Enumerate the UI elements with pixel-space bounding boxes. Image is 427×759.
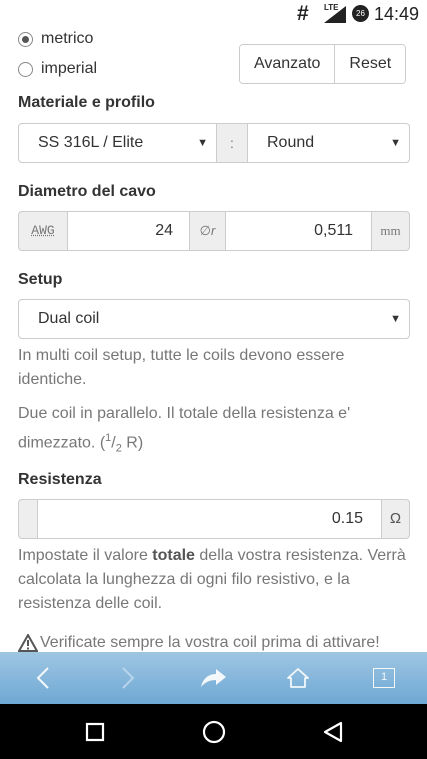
profile-select[interactable]: Round ▼	[247, 123, 410, 163]
radio-unchecked-icon[interactable]	[18, 61, 33, 77]
resistance-label: Resistenza	[18, 471, 102, 488]
back-nav-button[interactable]	[298, 704, 368, 759]
radio-metric-label: metrico	[41, 30, 94, 47]
radio-imperial[interactable]: imperial	[18, 60, 97, 78]
awg-input[interactable]: 24	[67, 211, 190, 251]
square-recents-icon	[85, 722, 105, 741]
radio-checked-icon[interactable]	[18, 31, 33, 47]
chevron-left-icon	[36, 667, 49, 689]
reset-button[interactable]: Reset	[334, 45, 406, 83]
radio-imperial-label: imperial	[41, 60, 98, 77]
clock: 14:49	[374, 4, 420, 24]
circle-home-icon	[202, 720, 226, 743]
material-select-value: SS 316L / Elite	[38, 134, 144, 151]
advanced-button[interactable]: Avanzato	[240, 45, 335, 83]
home-nav-button[interactable]	[179, 704, 249, 759]
diameter-unit-addon: mm	[371, 211, 410, 251]
radio-metric[interactable]: metrico	[18, 30, 93, 48]
share-button[interactable]	[183, 652, 243, 704]
home-icon	[287, 668, 309, 688]
setup-select-value: Dual coil	[38, 310, 100, 327]
triangle-back-icon	[323, 721, 343, 742]
chevron-down-icon: ▼	[390, 137, 401, 149]
forward-button[interactable]	[98, 652, 158, 704]
page-content: metrico imperial Avanzato Reset Material…	[0, 28, 427, 652]
resistance-help: Impostate il valore totale della vostra …	[18, 544, 413, 616]
tab-count-badge: 1	[373, 668, 395, 688]
share-arrow-icon	[201, 669, 226, 687]
resistance-help-a: Impostate il valore	[18, 547, 153, 564]
diameter-input[interactable]: 0,511	[225, 211, 372, 251]
recents-button[interactable]	[60, 704, 130, 759]
awg-addon: AWG	[18, 211, 68, 251]
system-navigation-bar	[0, 704, 427, 759]
browser-toolbar: 1	[0, 652, 427, 704]
resistance-input[interactable]: 0.15	[37, 499, 382, 539]
ohm-unit-addon: Ω	[381, 499, 410, 539]
warning-triangle-icon	[18, 634, 38, 652]
setup-select[interactable]: Dual coil ▼	[18, 299, 410, 339]
setup-note-parallel-end: R)	[121, 434, 144, 452]
diameter-addon: ∅r	[189, 211, 226, 251]
material-separator: :	[216, 123, 248, 163]
home-button[interactable]	[268, 652, 328, 704]
status-bar: # LTE 26 14:49	[0, 0, 427, 28]
wire-diameter-label: Diametro del cavo	[18, 183, 156, 200]
chevron-right-icon	[122, 667, 135, 689]
coil-warning-text: Verificate sempre la vostra coil prima d…	[40, 634, 380, 651]
coil-warning: Verificate sempre la vostra coil prima d…	[18, 634, 380, 652]
resistance-help-bold: totale	[152, 547, 195, 564]
chevron-down-icon: ▼	[197, 137, 208, 149]
setup-note-parallel-text: Due coil in parallelo. Il totale della r…	[18, 405, 351, 452]
chevron-down-icon: ▼	[390, 313, 401, 325]
back-button[interactable]	[13, 652, 73, 704]
profile-select-value: Round	[267, 134, 315, 151]
setup-note-multicoil: In multi coil setup, tutte le coils devo…	[18, 347, 345, 388]
options-button-group: Avanzato Reset	[239, 44, 407, 84]
material-label: Materiale e profilo	[18, 94, 155, 111]
tabs-button[interactable]: 1	[354, 652, 414, 704]
setup-note-parallel: Due coil in parallelo. Il totale della r…	[18, 402, 413, 461]
notification-hash-icon: #	[297, 2, 309, 25]
resistance-left-addon	[18, 499, 38, 539]
setup-label: Setup	[18, 271, 63, 288]
signal-icon	[324, 6, 346, 23]
material-select[interactable]: SS 316L / Elite ▼	[18, 123, 217, 163]
battery-icon: 26	[352, 5, 369, 22]
